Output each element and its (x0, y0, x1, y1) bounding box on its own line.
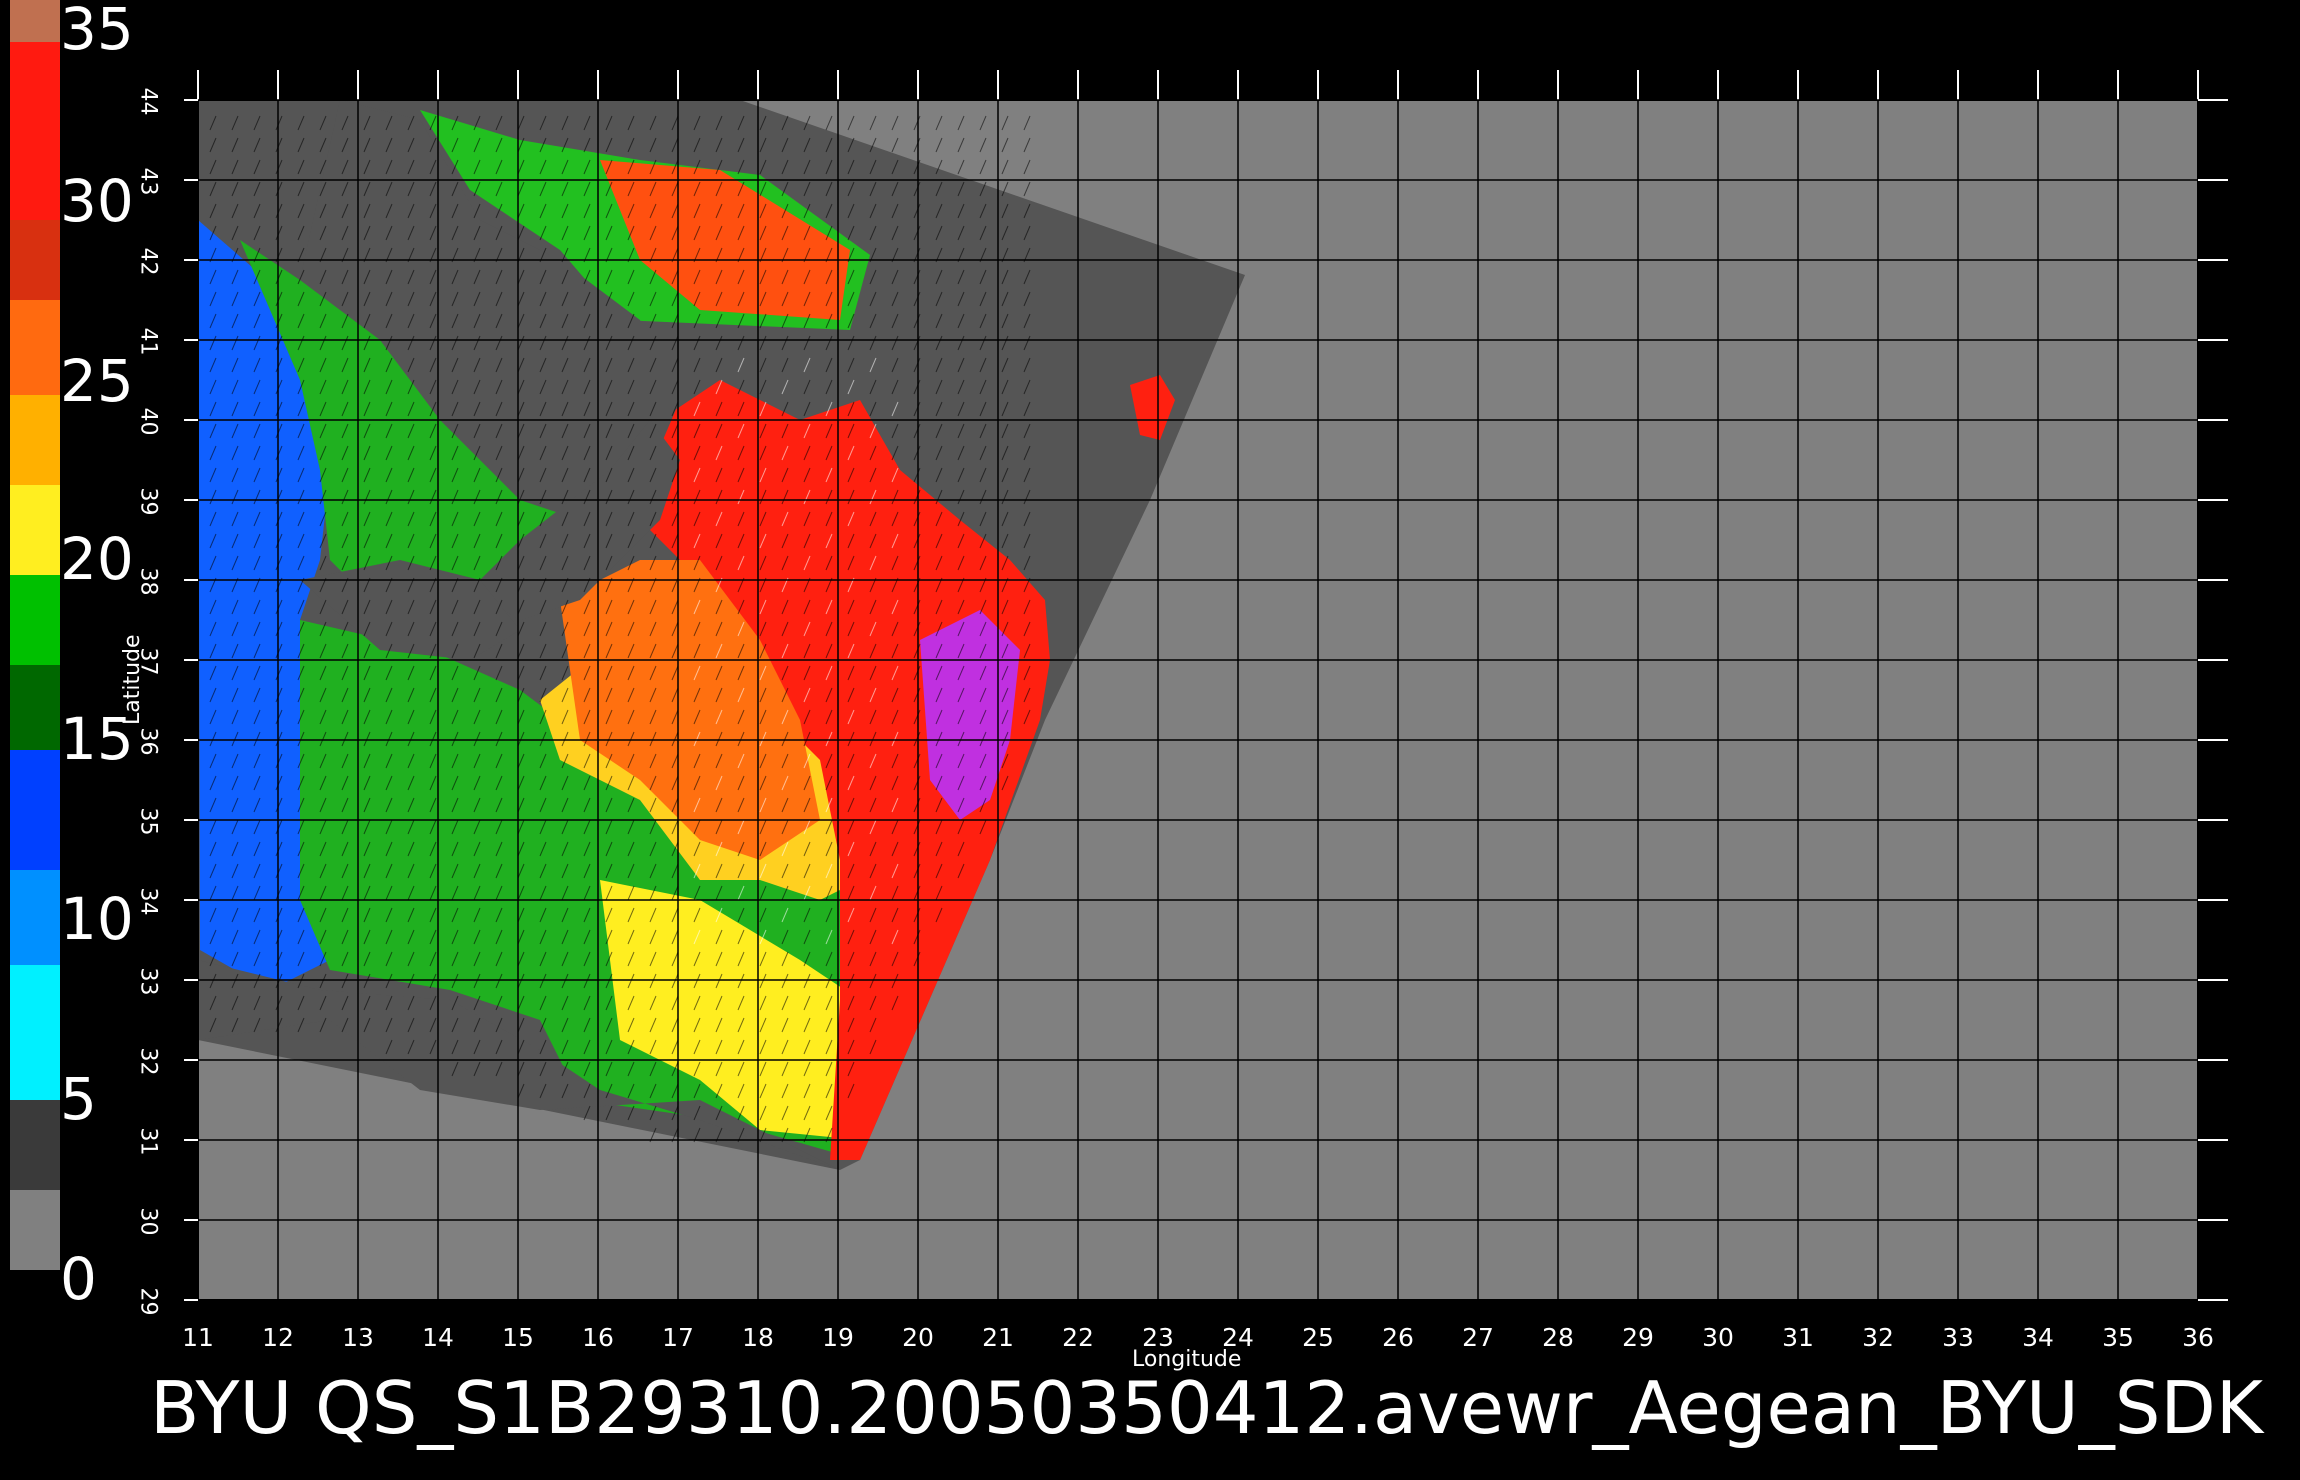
y-tick-label-42: 42 (135, 247, 161, 276)
colorbar-label-30: 30 (60, 167, 134, 235)
x-tick-label-25: 25 (1302, 1323, 1334, 1352)
x-tick-label-12: 12 (262, 1323, 294, 1352)
y-tick-label-40: 40 (135, 407, 161, 436)
colorbar-label-25: 25 (60, 347, 134, 415)
x-tick-label-20: 20 (902, 1323, 934, 1352)
colorbar-segment-blue (10, 750, 60, 870)
x-tick-label-36: 36 (2182, 1323, 2214, 1352)
colorbar-segment-red (10, 42, 60, 220)
y-tick-label-31: 31 (135, 1127, 161, 1156)
colorbar-segment-gray (10, 1190, 60, 1270)
y-tick-label-44: 44 (135, 87, 161, 116)
x-tick-label-32: 32 (1862, 1323, 1894, 1352)
colorbar-label-35: 35 (60, 0, 134, 63)
colorbar-label-0: 0 (60, 1245, 97, 1313)
colorbar-segment-darkgreen (10, 665, 60, 750)
x-tick-label-14: 14 (422, 1323, 454, 1352)
x-tick-label-19: 19 (822, 1323, 854, 1352)
colorbar-segment-top (10, 0, 60, 42)
colorbar-segment-amber (10, 395, 60, 485)
colorbar-label-5: 5 (60, 1065, 97, 1133)
y-tick-label-29: 29 (135, 1287, 161, 1316)
x-tick-label-35: 35 (2102, 1323, 2134, 1352)
map-figure (10, 0, 2228, 1314)
y-tick-label-35: 35 (135, 807, 161, 836)
colorbar-segment-yellow (10, 485, 60, 575)
x-tick-label-21: 21 (982, 1323, 1014, 1352)
y-tick-label-36: 36 (135, 727, 161, 756)
x-tick-label-18: 18 (742, 1323, 774, 1352)
y-tick-label-32: 32 (135, 1047, 161, 1076)
y-tick-label-39: 39 (135, 487, 161, 516)
x-tick-label-11: 11 (182, 1323, 214, 1352)
colorbar-segment-orange (10, 300, 60, 395)
y-tick-label-43: 43 (135, 167, 161, 196)
colorbar-segment-darkgray (10, 1100, 60, 1190)
x-tick-label-30: 30 (1702, 1323, 1734, 1352)
x-tick-label-27: 27 (1462, 1323, 1494, 1352)
colorbar-label-20: 20 (60, 525, 134, 593)
colorbar-label-10: 10 (60, 885, 134, 953)
colorbar (10, 0, 60, 1270)
colorbar-segment-cyan (10, 965, 60, 1100)
y-axis-title: Latitude (120, 634, 145, 725)
x-tick-label-31: 31 (1782, 1323, 1814, 1352)
x-tick-label-15: 15 (502, 1323, 534, 1352)
x-tick-label-26: 26 (1382, 1323, 1414, 1352)
x-tick-label-28: 28 (1542, 1323, 1574, 1352)
y-tick-label-34: 34 (135, 887, 161, 916)
y-tick-label-38: 38 (135, 567, 161, 596)
x-tick-label-22: 22 (1062, 1323, 1094, 1352)
y-tick-label-30: 30 (135, 1207, 161, 1236)
x-tick-label-29: 29 (1622, 1323, 1654, 1352)
x-tick-label-16: 16 (582, 1323, 614, 1352)
y-tick-label-41: 41 (135, 327, 161, 356)
x-tick-label-33: 33 (1942, 1323, 1974, 1352)
footer-caption: BYU QS_S1B29310.20050350412.avewr_Aegean… (150, 1366, 2264, 1450)
colorbar-segment-darkred (10, 220, 60, 310)
x-tick-label-17: 17 (662, 1323, 694, 1352)
x-tick-label-13: 13 (342, 1323, 374, 1352)
y-tick-label-33: 33 (135, 967, 161, 996)
colorbar-segment-lightblue (10, 870, 60, 965)
colorbar-segment-green (10, 575, 60, 665)
x-tick-label-34: 34 (2022, 1323, 2054, 1352)
